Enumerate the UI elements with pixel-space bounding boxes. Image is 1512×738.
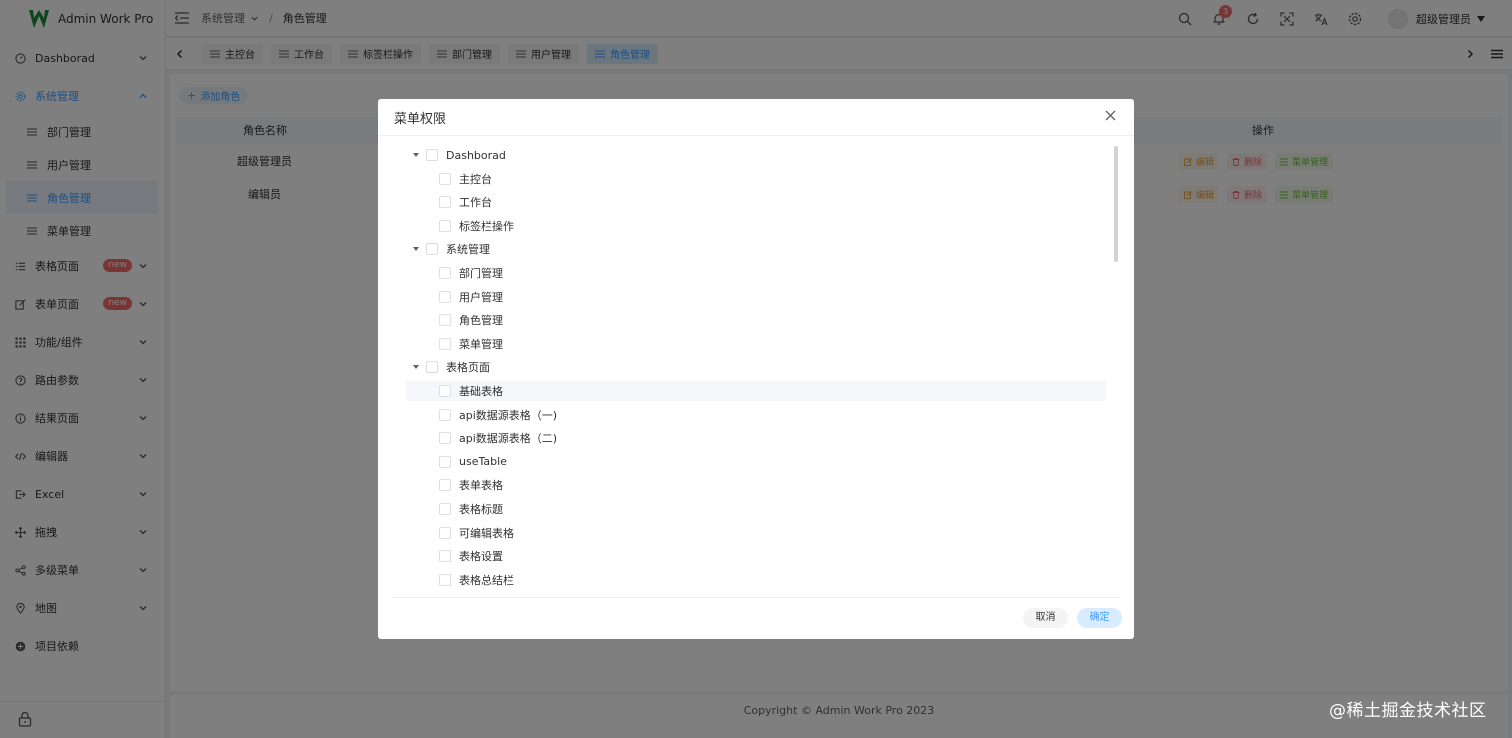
caret-down-icon[interactable] [412,246,420,252]
tree-node-label: 工作台 [459,196,492,210]
tree-node[interactable]: Dashborad [406,145,1106,165]
tree-node-label: 用户管理 [459,290,503,304]
close-icon[interactable] [1105,110,1116,121]
tree-checkbox[interactable] [439,479,451,492]
tree-node-label: 菜单管理 [459,337,503,351]
tree-node[interactable]: 表格页面 [406,357,1106,377]
tree-node-label: api数据源表格（二) [459,432,558,446]
tree-checkbox[interactable] [439,290,451,303]
tree-node-label: 表格页面 [446,361,490,375]
tree-node[interactable]: 菜单管理 [406,334,1106,354]
tree-node[interactable]: api数据源表格（二) [406,428,1106,448]
tree-checkbox[interactable] [426,149,438,161]
tree-node[interactable]: 表格标题 [406,499,1106,519]
tree-node-label: useTable [459,455,507,469]
tree-node-label: 表格设置 [459,550,503,564]
tree-node-label: 表单表格 [459,479,503,493]
menu-tree: Dashborad 主控台工作台标签栏操作系统管理部门管理用户管理角色管理菜单管理… [406,145,1106,597]
tree-checkbox[interactable] [439,196,451,209]
tree-checkbox[interactable] [439,432,451,445]
tree-node[interactable]: useTable [406,452,1106,472]
tree-node-label: 标签栏操作 [459,219,514,233]
tree-node[interactable]: 系统管理 [406,239,1106,259]
tree-node[interactable]: api数据源表格（一) [406,405,1106,425]
tree-node-label: 表格标题 [459,503,503,516]
tree-checkbox[interactable] [426,361,438,374]
tree-node[interactable]: 工作台 [406,192,1106,212]
tree-node-label: Dashborad [446,148,506,162]
tree-checkbox[interactable] [439,172,451,185]
dialog-header-divider [378,135,1134,136]
tree-checkbox[interactable] [439,408,451,421]
tree-node[interactable]: 基础表格 [406,381,1106,401]
tree-node[interactable]: 标签栏操作 [406,216,1106,236]
tree-node-label: 表格总结栏 [459,573,514,587]
tree-checkbox[interactable] [439,314,451,327]
tree-node[interactable]: 可编辑表格 [406,523,1106,543]
tree-checkbox[interactable] [439,550,451,563]
tree-checkbox[interactable] [439,219,451,232]
tree-node-label: 部门管理 [459,267,503,280]
confirm-button[interactable]: 确定 [1077,608,1122,628]
tree-node-label: 基础表格 [459,385,503,398]
caret-down-icon[interactable] [412,152,420,158]
tree-node-label: 主控台 [459,172,492,186]
tree-node-label: 可编辑表格 [459,526,514,540]
tree-node-label: 角色管理 [459,314,503,328]
tree-checkbox[interactable] [439,385,451,397]
tree-checkbox[interactable] [426,243,438,256]
tree-node[interactable]: 表格总结栏 [406,570,1106,590]
dialog-title: 菜单权限 [394,112,447,127]
caret-down-icon[interactable] [412,364,420,370]
tree-checkbox[interactable] [439,337,451,350]
tree-checkbox[interactable] [439,526,451,539]
watermark-text: @稀土掘金技术社区 [1329,701,1487,721]
tree-node[interactable]: 表单表格 [406,475,1106,495]
cancel-button[interactable]: 取消 [1023,608,1068,628]
tree-checkbox[interactable] [439,573,451,586]
tree-scrollbar[interactable] [1114,146,1118,262]
tree-node[interactable]: 主控台 [406,169,1106,189]
tree-node[interactable]: 部门管理 [406,263,1106,283]
tree-node[interactable]: 用户管理 [406,287,1106,307]
tree-checkbox[interactable] [439,455,451,468]
dialog-footer-divider [392,597,1120,598]
tree-checkbox[interactable] [439,267,451,279]
tree-node-label: 系统管理 [446,243,490,257]
tree-node-label: api数据源表格（一) [459,408,558,422]
tree-node[interactable]: 表格设置 [406,546,1106,566]
menu-permission-dialog: 菜单权限 Dashborad 主控台工作台标签栏操作系统管理部门管理用户管理角色管… [378,99,1134,639]
tree-node[interactable]: 角色管理 [406,310,1106,330]
tree-checkbox[interactable] [439,503,451,515]
